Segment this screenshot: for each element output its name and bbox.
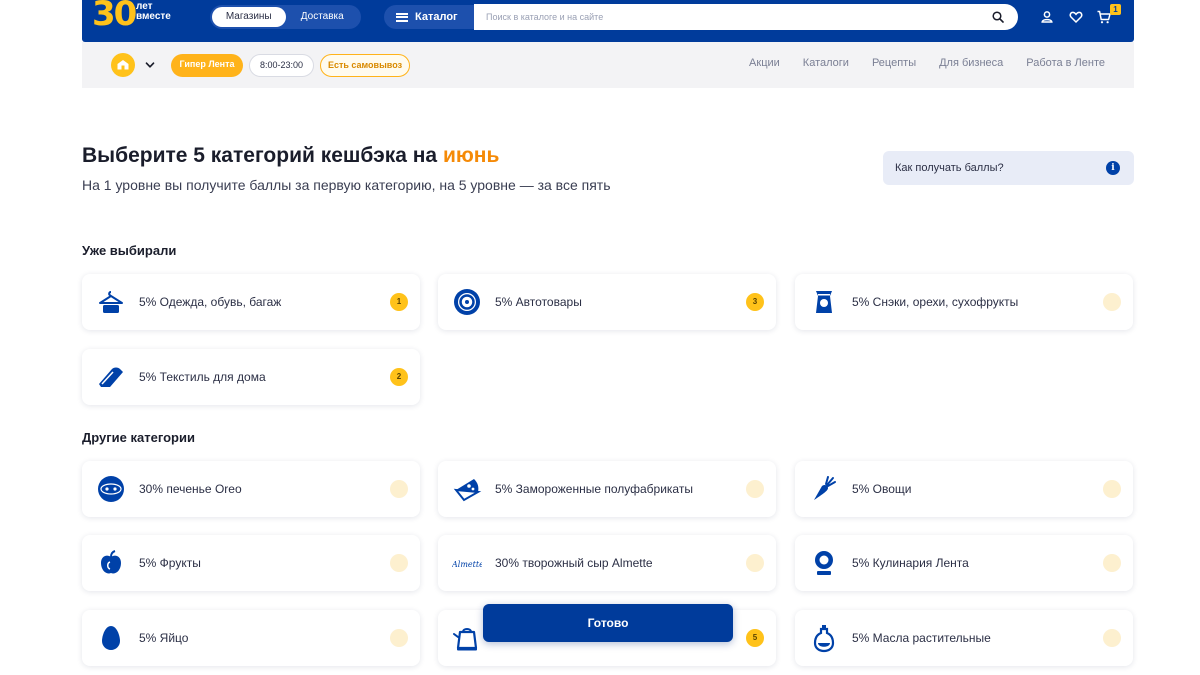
selection-rank-badge (1103, 629, 1121, 647)
nav-promotions[interactable]: Акции (749, 57, 780, 69)
page-title: Выберите 5 категорий кешбэка на июнь (82, 144, 499, 168)
category-card-oils[interactable]: 5% Масла растительные (795, 610, 1133, 666)
pizza-icon (453, 479, 482, 502)
category-card-eggs[interactable]: 5% Яйцо (82, 610, 420, 666)
category-label: 5% Одежда, обувь, багаж (139, 295, 282, 309)
logo-number: 30 (92, 0, 137, 34)
search-icon[interactable] (992, 11, 1004, 23)
info-icon: i (1106, 161, 1120, 175)
secondary-nav: Акции Каталоги Рецепты Для бизнеса Работ… (749, 57, 1105, 69)
apple-icon (101, 550, 121, 574)
nav-catalogs[interactable]: Каталоги (803, 57, 849, 69)
category-label: 5% Кулинария Лента (852, 556, 969, 570)
selection-rank-badge: 5 (746, 629, 764, 647)
page-title-text: Выберите 5 категорий кешбэка на (82, 144, 443, 167)
selection-rank-badge (390, 480, 408, 498)
snack-bag-icon (816, 291, 832, 313)
store-hours: 8:00-23:00 (249, 54, 314, 77)
hanger-icon (99, 291, 123, 313)
oil-bottle-icon (813, 625, 835, 653)
selection-rank-badge (1103, 554, 1121, 572)
category-card-clothing[interactable]: 5% Одежда, обувь, багаж 1 (82, 274, 420, 330)
lenta-30-logo[interactable]: 30 лет вместе (92, 0, 172, 38)
category-card-frozen[interactable]: 5% Замороженные полуфабрикаты (438, 461, 776, 517)
category-card-culinary[interactable]: 5% Кулинария Лента (795, 535, 1133, 591)
selection-rank-badge (1103, 480, 1121, 498)
category-label: 5% Яйцо (139, 631, 189, 645)
store-delivery-switch[interactable]: Магазины Доставка (210, 5, 361, 29)
how-to-earn-points-button[interactable]: Как получать баллы? i (883, 151, 1134, 185)
carrot-icon (814, 476, 836, 500)
category-card-fruits[interactable]: 5% Фрукты (82, 535, 420, 591)
category-card-snacks[interactable]: 5% Снэки, орехи, сухофрукты (795, 274, 1133, 330)
almette-logo-icon: Almette (452, 560, 482, 569)
category-card-auto[interactable]: 5% Автотовары 3 (438, 274, 776, 330)
selection-rank-badge: 1 (390, 293, 408, 311)
category-label: 5% Замороженные полуфабрикаты (495, 482, 693, 496)
chevron-down-icon[interactable] (144, 59, 156, 71)
category-label: 5% Масла растительные (852, 631, 991, 645)
heart-icon[interactable] (1068, 9, 1084, 25)
nav-recipes[interactable]: Рецепты (872, 57, 916, 69)
category-label: 5% Овощи (852, 482, 912, 496)
selection-rank-badge (746, 480, 764, 498)
tire-icon (454, 289, 480, 315)
selection-rank-badge (390, 629, 408, 647)
category-card-home-textile[interactable]: 5% Текстиль для дома 2 (82, 349, 420, 405)
kettle-icon (453, 628, 478, 651)
menu-icon (396, 12, 408, 22)
user-icon[interactable] (1039, 9, 1055, 25)
catalog-button[interactable]: Каталог (384, 5, 476, 29)
oreo-logo-icon (98, 476, 124, 502)
egg-icon (102, 626, 120, 650)
catalog-label: Каталог (415, 11, 458, 23)
selection-rank-badge (390, 554, 408, 572)
category-card-vegetables[interactable]: 5% Овощи (795, 461, 1133, 517)
section-title-chosen: Уже выбирали (82, 243, 177, 258)
category-label: 5% Фрукты (139, 556, 201, 570)
lenta-chef-icon (815, 551, 833, 575)
store-bar: Гипер Лента 8:00-23:00 Есть самовывоз Ак… (82, 42, 1134, 88)
category-card-oreo[interactable]: 30% печенье Oreo (82, 461, 420, 517)
category-label: 30% печенье Oreo (139, 482, 242, 496)
store-type-badge[interactable]: Гипер Лента (171, 54, 243, 77)
pickup-badge[interactable]: Есть самовывоз (320, 54, 410, 77)
page-title-month: июнь (442, 144, 500, 167)
almette-logo-text: Almette (452, 560, 482, 569)
selection-rank-badge (746, 554, 764, 572)
towel-icon (99, 367, 123, 387)
page-subtitle: На 1 уровне вы получите баллы за первую … (82, 177, 611, 193)
selection-rank-badge (1103, 293, 1121, 311)
how-to-earn-label: Как получать баллы? (895, 162, 1004, 174)
selection-rank-badge: 3 (746, 293, 764, 311)
store-icon[interactable] (111, 53, 135, 77)
logo-text: лет вместе (136, 1, 171, 22)
top-header: 30 лет вместе Магазины Доставка Каталог … (82, 0, 1134, 42)
cart-count-badge: 1 (1110, 4, 1121, 15)
done-button[interactable]: Готово (483, 604, 733, 642)
category-card-almette[interactable]: Almette 30% творожный сыр Almette (438, 535, 776, 591)
category-label: 5% Снэки, орехи, сухофрукты (852, 295, 1019, 309)
selection-rank-badge: 2 (390, 368, 408, 386)
nav-business[interactable]: Для бизнеса (939, 57, 1003, 69)
category-label: 5% Текстиль для дома (139, 370, 266, 384)
category-label: 30% творожный сыр Almette (495, 556, 653, 570)
search-bar (474, 4, 1018, 30)
category-label: 5% Автотовары (495, 295, 582, 309)
search-input[interactable] (474, 4, 974, 30)
section-title-other: Другие категории (82, 430, 195, 445)
nav-careers[interactable]: Работа в Ленте (1026, 57, 1105, 69)
tab-stores[interactable]: Магазины (212, 7, 286, 27)
tab-delivery[interactable]: Доставка (286, 7, 360, 27)
